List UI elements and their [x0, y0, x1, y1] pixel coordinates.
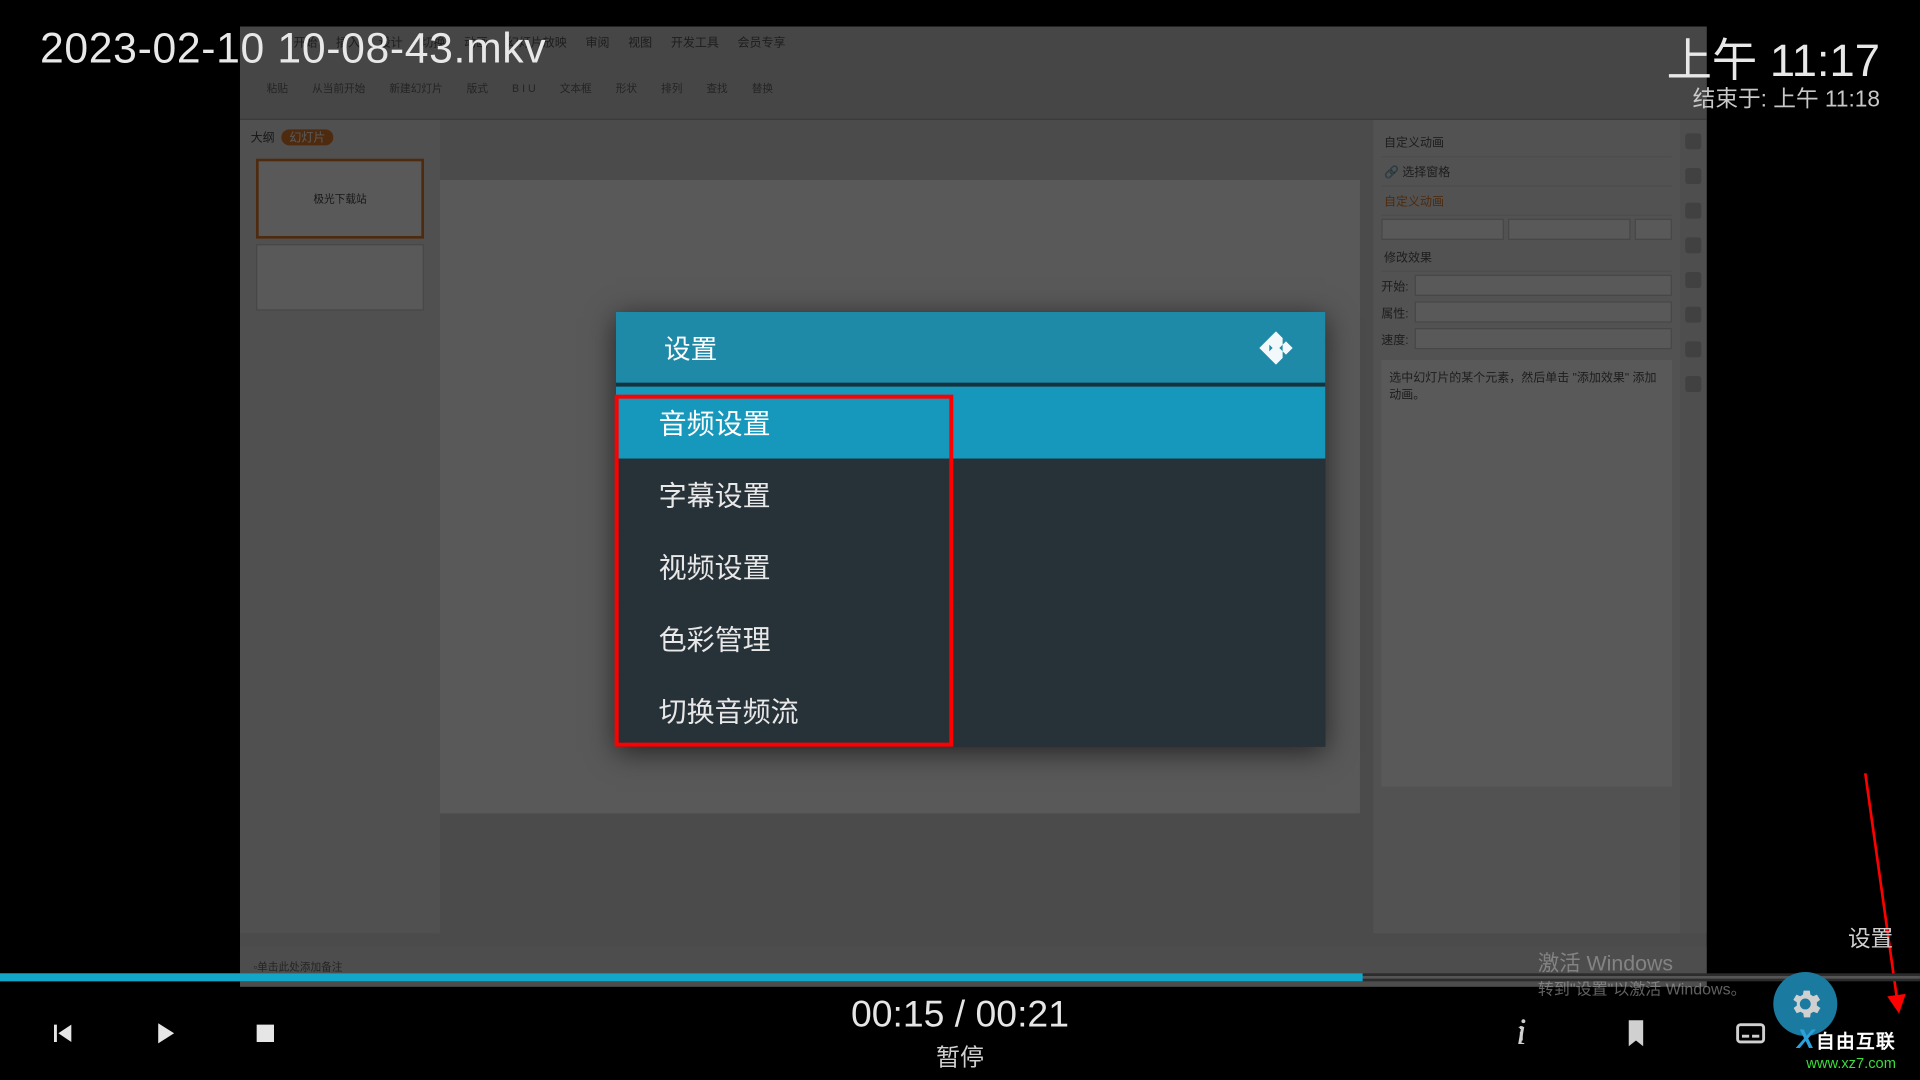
- kodi-logo-icon: [1256, 327, 1296, 367]
- settings-item-video[interactable]: 视频设置: [616, 531, 1325, 603]
- ends-at-label: 结束于: 上午 11:18: [1693, 80, 1880, 113]
- settings-hover-label: 设置: [1848, 920, 1893, 953]
- settings-item-audio-stream[interactable]: 切换音频流: [616, 675, 1325, 747]
- site-watermark: X自由互联 www.xz7.com: [1797, 1025, 1896, 1072]
- settings-item-audio[interactable]: 音频设置: [616, 387, 1325, 459]
- settings-item-subtitle[interactable]: 字幕设置: [616, 459, 1325, 531]
- info-button[interactable]: i: [1499, 1011, 1544, 1056]
- settings-dialog-title: 设置: [664, 328, 717, 367]
- subtitle-button[interactable]: [1728, 1011, 1773, 1056]
- settings-item-color[interactable]: 色彩管理: [616, 603, 1325, 675]
- file-title: 2023-02-10 10-08-43.mkv: [40, 24, 546, 73]
- seek-bar-fill: [0, 973, 1363, 981]
- settings-dialog: 设置 音频设置 字幕设置 视频设置 色彩管理 切换音频流: [616, 312, 1325, 747]
- bookmark-button[interactable]: [1613, 1011, 1658, 1056]
- windows-activation-watermark: 激活 Windows 转到"设置"以激活 Windows。: [1538, 945, 1747, 1000]
- player-toolbar: 00:15 / 00:21 暂停 i: [0, 987, 1920, 1080]
